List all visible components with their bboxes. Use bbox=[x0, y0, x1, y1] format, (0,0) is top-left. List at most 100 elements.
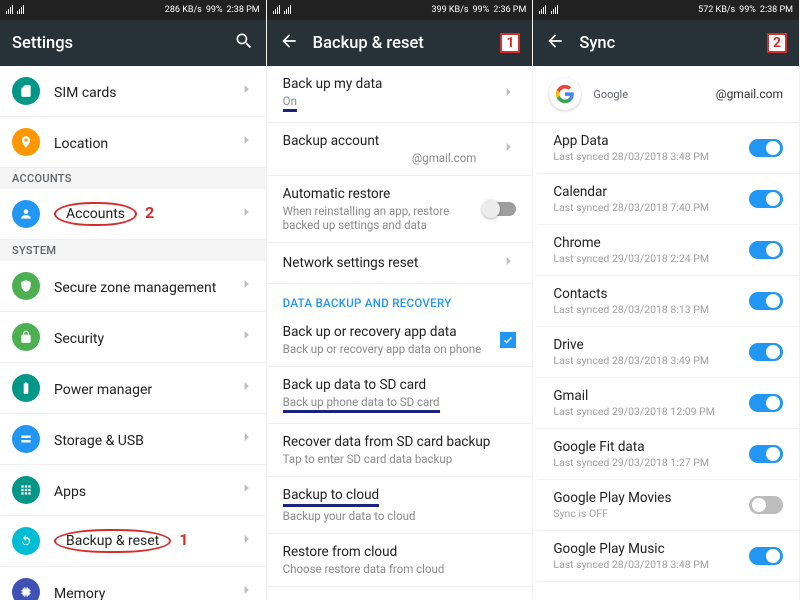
section-header-accounts: ACCOUNTS bbox=[0, 168, 266, 189]
settings-item-lock[interactable]: Security bbox=[0, 312, 266, 363]
sync-item-subtitle: Last synced 28/03/2018 3:49 PM bbox=[553, 354, 741, 367]
settings-item-shield[interactable]: Secure zone management bbox=[0, 261, 266, 312]
backup-item[interactable]: Backup to cloudBackup your data to cloud bbox=[267, 477, 533, 534]
settings-item-label: Accounts bbox=[54, 202, 137, 226]
item-title: Backup account bbox=[283, 133, 501, 149]
backup-item[interactable]: Automatic restoreWhen reinstalling an ap… bbox=[267, 176, 533, 243]
panel-sync: 572 KB/s 99% 2:38 PM Sync 2 Google @gmai… bbox=[533, 0, 800, 600]
sync-item-title: Google Fit data bbox=[553, 439, 741, 455]
sync-item-subtitle: Last synced 28/03/2018 8:13 PM bbox=[553, 303, 741, 316]
settings-item-label: Backup & reset bbox=[54, 529, 171, 553]
chevron-right-icon bbox=[500, 253, 516, 273]
sync-toggle[interactable] bbox=[749, 292, 783, 310]
settings-item-label: SIM cards bbox=[54, 85, 117, 101]
annotation-marker: 2 bbox=[145, 203, 154, 222]
settings-item-sim[interactable]: SIM cards bbox=[0, 66, 266, 117]
sync-toggle[interactable] bbox=[749, 547, 783, 565]
annotation-badge: 1 bbox=[500, 33, 520, 53]
item-subtitle: Tap to enter SD card data backup bbox=[283, 452, 517, 466]
sync-item[interactable]: CalendarLast synced 28/03/2018 7:40 PM bbox=[537, 174, 799, 225]
item-subtitle: Back up phone data to SD card bbox=[283, 395, 517, 413]
sync-item[interactable]: DriveLast synced 28/03/2018 3:49 PM bbox=[537, 327, 799, 378]
backup-item[interactable]: Backup account@gmail.com bbox=[267, 123, 533, 176]
chevron-right-icon bbox=[238, 81, 254, 101]
sync-item[interactable]: App DataLast synced 28/03/2018 3:48 PM bbox=[537, 123, 799, 174]
backup-item[interactable]: Back up data to SD cardBack up phone dat… bbox=[267, 367, 533, 424]
backup-item[interactable]: Back up my data On bbox=[267, 66, 533, 123]
item-title: Restore from cloud bbox=[283, 544, 517, 560]
google-logo-icon bbox=[549, 78, 581, 110]
annotation-badge: 2 bbox=[767, 33, 787, 53]
lock-icon bbox=[12, 323, 40, 351]
sync-item[interactable]: Google Play MoviesSync is OFF bbox=[537, 480, 799, 531]
restore-icon bbox=[12, 527, 40, 555]
sync-item-title: Contacts bbox=[553, 286, 741, 302]
appbar: Settings bbox=[0, 20, 266, 66]
statusbar: 572 KB/s 99% 2:38 PM bbox=[533, 0, 799, 20]
sb-time: 2:38 PM bbox=[760, 5, 793, 15]
sync-toggle[interactable] bbox=[749, 394, 783, 412]
settings-item-location[interactable]: Location bbox=[0, 117, 266, 168]
backup-item[interactable]: Network settings reset bbox=[267, 243, 533, 284]
settings-item-memory[interactable]: Memory bbox=[0, 567, 266, 600]
item-title: Backup to cloud bbox=[283, 487, 517, 507]
search-icon[interactable] bbox=[234, 31, 254, 55]
backup-list[interactable]: Back up my data On Backup account@gmail.co… bbox=[267, 66, 533, 600]
settings-item-storage[interactable]: Storage & USB bbox=[0, 414, 266, 465]
sync-toggle[interactable] bbox=[749, 190, 783, 208]
item-subtitle: On bbox=[283, 94, 501, 112]
sb-batt: 99% bbox=[206, 5, 223, 15]
sb-batt: 99% bbox=[739, 5, 756, 15]
account-header[interactable]: Google @gmail.com bbox=[533, 66, 799, 123]
sync-item-subtitle: Last synced 28/03/2018 3:48 PM bbox=[553, 150, 741, 163]
sb-speed: 286 KB/s bbox=[165, 5, 202, 15]
sync-toggle[interactable] bbox=[749, 496, 783, 514]
back-icon[interactable] bbox=[545, 31, 565, 55]
settings-list[interactable]: SIM cards LocationACCOUNTS Accounts 2 SYSTEM… bbox=[0, 66, 266, 600]
page-title: Sync bbox=[579, 34, 753, 53]
back-icon[interactable] bbox=[279, 31, 299, 55]
sync-item-subtitle: Sync is OFF bbox=[553, 507, 741, 520]
sync-item[interactable]: ChromeLast synced 29/03/2018 2:24 PM bbox=[537, 225, 799, 276]
settings-item-person[interactable]: Accounts 2 bbox=[0, 189, 266, 240]
checkbox[interactable] bbox=[500, 332, 516, 348]
sync-item[interactable]: ContactsLast synced 28/03/2018 8:13 PM bbox=[537, 276, 799, 327]
apps-icon bbox=[12, 476, 40, 504]
item-subtitle: Choose restore data from cloud bbox=[283, 562, 517, 576]
sync-list[interactable]: Google @gmail.com App DataLast synced 28… bbox=[533, 66, 799, 600]
sync-toggle[interactable] bbox=[749, 241, 783, 259]
page-title: Backup & reset bbox=[313, 34, 487, 53]
appbar: Backup & reset 1 bbox=[267, 20, 533, 66]
section-header-system: SYSTEM bbox=[0, 240, 266, 261]
sync-toggle[interactable] bbox=[749, 139, 783, 157]
item-title: Back up or recovery app data bbox=[283, 324, 501, 340]
backup-item[interactable]: Back up or recovery app dataBack up or r… bbox=[267, 314, 533, 367]
sim-icon bbox=[12, 77, 40, 105]
sync-item-subtitle: Last synced 29/03/2018 12:09 PM bbox=[553, 405, 741, 418]
item-title: Recover data from SD card backup bbox=[283, 434, 517, 450]
backup-item[interactable]: Restore from cloud Choose restore data fr… bbox=[267, 534, 533, 587]
sb-batt: 99% bbox=[473, 5, 490, 15]
settings-item-restore[interactable]: Backup & reset1 bbox=[0, 516, 266, 567]
settings-item-label: Power manager bbox=[54, 382, 152, 398]
item-title: Network settings reset bbox=[283, 255, 501, 271]
toggle[interactable] bbox=[484, 202, 516, 216]
sync-toggle[interactable] bbox=[749, 445, 783, 463]
settings-item-battery[interactable]: Power manager bbox=[0, 363, 266, 414]
memory-icon bbox=[12, 578, 40, 600]
sync-item[interactable]: Google Fit dataLast synced 29/03/2018 1:… bbox=[537, 429, 799, 480]
item-title: Back up my data bbox=[283, 76, 501, 92]
sb-speed: 399 KB/s bbox=[431, 5, 468, 15]
backup-item[interactable]: Recover data from SD card backup Tap to e… bbox=[267, 424, 533, 477]
settings-item-apps[interactable]: Apps bbox=[0, 465, 266, 516]
sync-toggle[interactable] bbox=[749, 343, 783, 361]
account-provider: Google bbox=[593, 88, 703, 101]
appbar: Sync 2 bbox=[533, 20, 799, 66]
chevron-right-icon bbox=[238, 204, 254, 224]
sync-item[interactable]: Google Play MusicLast synced 28/03/2018 … bbox=[537, 531, 799, 582]
chevron-right-icon bbox=[238, 480, 254, 500]
chevron-right-icon bbox=[238, 327, 254, 347]
sync-item[interactable]: GmailLast synced 29/03/2018 12:09 PM bbox=[537, 378, 799, 429]
chevron-right-icon bbox=[500, 84, 516, 104]
statusbar: 399 KB/s 99% 2:36 PM bbox=[267, 0, 533, 20]
